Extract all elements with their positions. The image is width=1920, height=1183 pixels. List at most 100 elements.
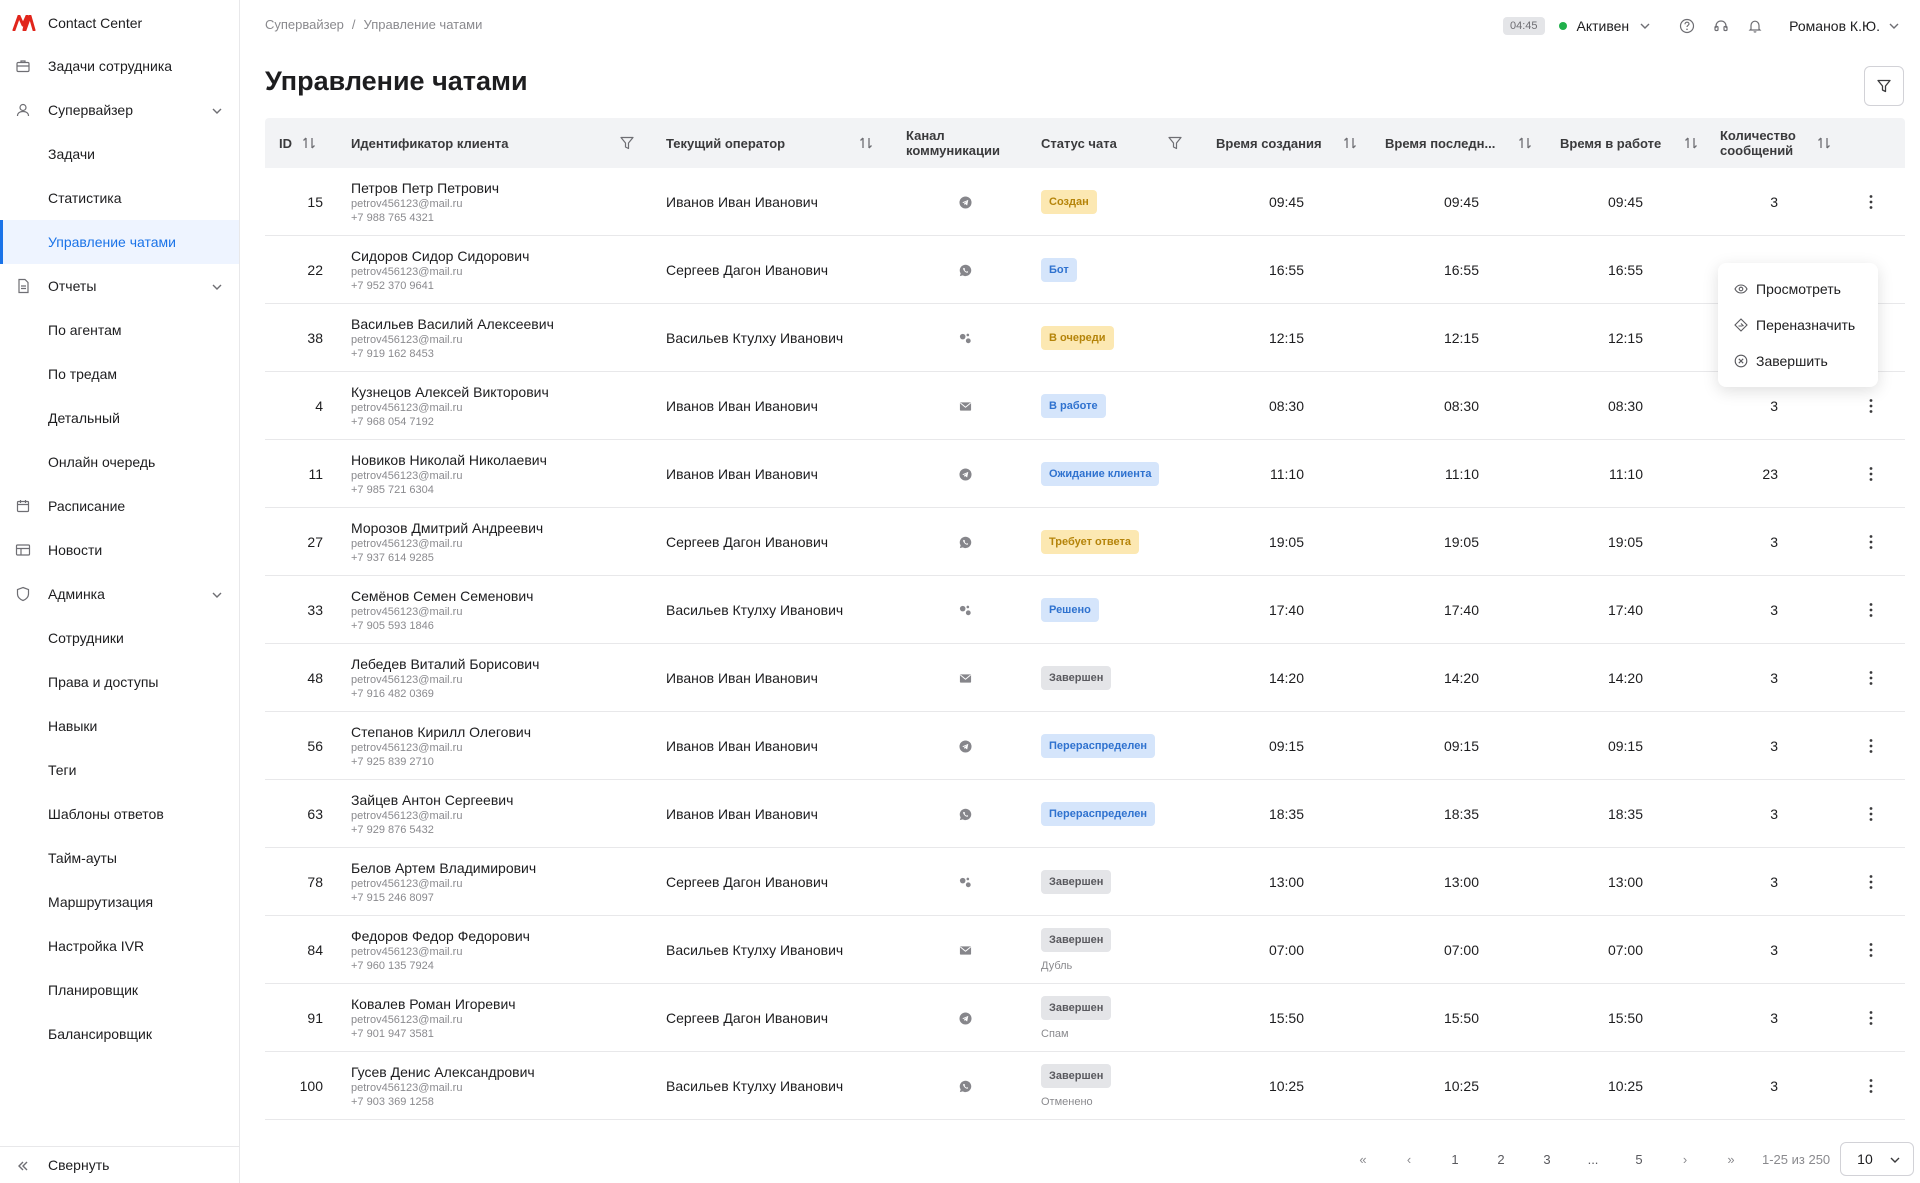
row-menu-button[interactable]: [1861, 1052, 1881, 1120]
bell-icon[interactable]: [1747, 18, 1763, 34]
page-button[interactable]: 5: [1616, 1152, 1662, 1167]
sort-icon[interactable]: [1816, 135, 1832, 151]
first-page-button[interactable]: «: [1340, 1152, 1386, 1167]
sidebar-item[interactable]: Задачи сотрудника: [0, 44, 239, 88]
table-row[interactable]: 22 Сидоров Сидор Сидорович petrov456123@ma…: [265, 236, 1905, 304]
row-menu-button[interactable]: [1861, 780, 1881, 848]
sidebar-item[interactable]: Онлайн очередь: [0, 440, 239, 484]
header-operator[interactable]: Текущий оператор: [666, 118, 872, 168]
page-button[interactable]: 2: [1478, 1152, 1524, 1167]
sidebar-item[interactable]: Админка: [0, 572, 239, 616]
table-row[interactable]: 38 Васильев Василий Алексеевич petrov45612…: [265, 304, 1905, 372]
client-email: petrov456123@mail.ru: [351, 197, 463, 210]
row-menu-button[interactable]: [1861, 576, 1881, 644]
header-status[interactable]: Статус чата: [1041, 118, 1182, 168]
sidebar-item[interactable]: Управление чатами: [0, 220, 239, 264]
sidebar-item[interactable]: Права и доступы: [0, 660, 239, 704]
client-name: Ковалев Роман Игоревич: [351, 995, 516, 1012]
sidebar-item[interactable]: Супервайзер: [0, 88, 239, 132]
sidebar-item[interactable]: Тайм-ауты: [0, 836, 239, 880]
sort-icon[interactable]: [301, 135, 317, 151]
header-created[interactable]: Время создания: [1216, 118, 1356, 168]
row-menu-button[interactable]: [1861, 984, 1881, 1052]
sidebar-item[interactable]: Сотрудники: [0, 616, 239, 660]
sidebar-item[interactable]: Маршрутизация: [0, 880, 239, 924]
context-menu-item[interactable]: Просмотреть: [1718, 271, 1878, 307]
collapse-sidebar-button[interactable]: Свернуть: [0, 1146, 239, 1183]
sidebar-item[interactable]: Отчеты: [0, 264, 239, 308]
context-menu-item[interactable]: Переназначить: [1718, 307, 1878, 343]
table-row[interactable]: 4 Кузнецов Алексей Викторович petrov456123…: [265, 372, 1905, 440]
row-menu-button[interactable]: [1861, 508, 1881, 576]
sidebar-item[interactable]: Задачи: [0, 132, 239, 176]
table-row[interactable]: 27 Морозов Дмитрий Андреевич petrov456123@…: [265, 508, 1905, 576]
work-time: 09:45: [1607, 194, 1643, 210]
page-button[interactable]: 1: [1432, 1152, 1478, 1167]
sort-icon[interactable]: [1683, 135, 1699, 151]
client-phone: +7 960 135 7924: [351, 959, 434, 972]
header-last[interactable]: Время последн...: [1385, 118, 1531, 168]
briefcase-icon: [15, 58, 31, 74]
user-menu[interactable]: Романов К.Ю.: [1789, 18, 1880, 34]
brand[interactable]: Contact Center: [12, 12, 142, 34]
client-phone: +7 916 482 0369: [351, 687, 434, 700]
message-count: 3: [1770, 738, 1778, 754]
next-page-button[interactable]: ›: [1662, 1152, 1708, 1167]
filter-icon[interactable]: [619, 135, 635, 151]
chevron-down-icon[interactable]: [1639, 20, 1651, 32]
sidebar-item[interactable]: Навыки: [0, 704, 239, 748]
sidebar-item[interactable]: По тредам: [0, 352, 239, 396]
page-size-select[interactable]: 10: [1840, 1142, 1915, 1176]
table-row[interactable]: 63 Зайцев Антон Сергеевич petrov456123@mai…: [265, 780, 1905, 848]
table-row[interactable]: 100 Гусев Денис Александрович petrov456123…: [265, 1052, 1905, 1120]
help-icon[interactable]: [1679, 18, 1695, 34]
header-id[interactable]: ID: [279, 118, 315, 168]
sidebar-item[interactable]: Теги: [0, 748, 239, 792]
operator-name: Сергеев Дагон Иванович: [666, 262, 829, 278]
header-work[interactable]: Время в работе: [1560, 118, 1697, 168]
sidebar-item[interactable]: Настройка IVR: [0, 924, 239, 968]
sidebar-item[interactable]: Детальный: [0, 396, 239, 440]
table-row[interactable]: 48 Лебедев Виталий Борисович petrov456123@…: [265, 644, 1905, 712]
table-row[interactable]: 56 Степанов Кирилл Олегович petrov456123@m…: [265, 712, 1905, 780]
status-select[interactable]: Активен: [1577, 18, 1630, 34]
sidebar-item[interactable]: Балансировщик: [0, 1012, 239, 1056]
page-button[interactable]: 3: [1524, 1152, 1570, 1167]
sidebar-item[interactable]: Статистика: [0, 176, 239, 220]
sort-icon[interactable]: [858, 135, 874, 151]
row-menu-button[interactable]: [1861, 916, 1881, 984]
row-menu-button[interactable]: [1861, 712, 1881, 780]
row-menu-button[interactable]: [1861, 848, 1881, 916]
header-count[interactable]: Количество сообщений: [1720, 118, 1830, 168]
chevron-down-icon[interactable]: [1888, 20, 1900, 32]
row-menu-button[interactable]: [1861, 440, 1881, 508]
last-page-button[interactable]: »: [1708, 1152, 1754, 1167]
table-row[interactable]: 33 Семёнов Семен Семенович petrov456123@ma…: [265, 576, 1905, 644]
chevron-down-icon[interactable]: [211, 588, 223, 600]
header-client[interactable]: Идентификатор клиента: [351, 118, 634, 168]
row-menu-button[interactable]: [1861, 168, 1881, 236]
context-menu-item[interactable]: Завершить: [1718, 343, 1878, 379]
sort-icon[interactable]: [1517, 135, 1533, 151]
table-row[interactable]: 91 Ковалев Роман Игоревич petrov456123@mai…: [265, 984, 1905, 1052]
sidebar-item[interactable]: По агентам: [0, 308, 239, 352]
headset-icon[interactable]: [1713, 18, 1729, 34]
breadcrumb-root[interactable]: Супервайзер: [265, 17, 344, 32]
chevron-down-icon[interactable]: [211, 280, 223, 292]
sidebar-item[interactable]: Расписание: [0, 484, 239, 528]
sort-icon[interactable]: [1342, 135, 1358, 151]
prev-page-button[interactable]: ‹: [1386, 1152, 1432, 1167]
filter-button[interactable]: [1864, 66, 1904, 106]
status-cell: Бот: [1041, 236, 1191, 304]
row-menu-button[interactable]: [1861, 644, 1881, 712]
sidebar-item[interactable]: Шаблоны ответов: [0, 792, 239, 836]
sidebar-item[interactable]: Новости: [0, 528, 239, 572]
table-row[interactable]: 84 Федоров Федор Федорович petrov456123@ma…: [265, 916, 1905, 984]
filter-icon[interactable]: [1167, 135, 1183, 151]
table-row[interactable]: 15 Петров Петр Петрович petrov456123@mail.…: [265, 168, 1905, 236]
chevron-down-icon[interactable]: [211, 104, 223, 116]
table-row[interactable]: 78 Белов Артем Владимирович petrov456123@m…: [265, 848, 1905, 916]
table-row[interactable]: 11 Новиков Николай Николаевич petrov456123…: [265, 440, 1905, 508]
header-status-label: Статус чата: [1041, 135, 1117, 151]
sidebar-item[interactable]: Планировщик: [0, 968, 239, 1012]
